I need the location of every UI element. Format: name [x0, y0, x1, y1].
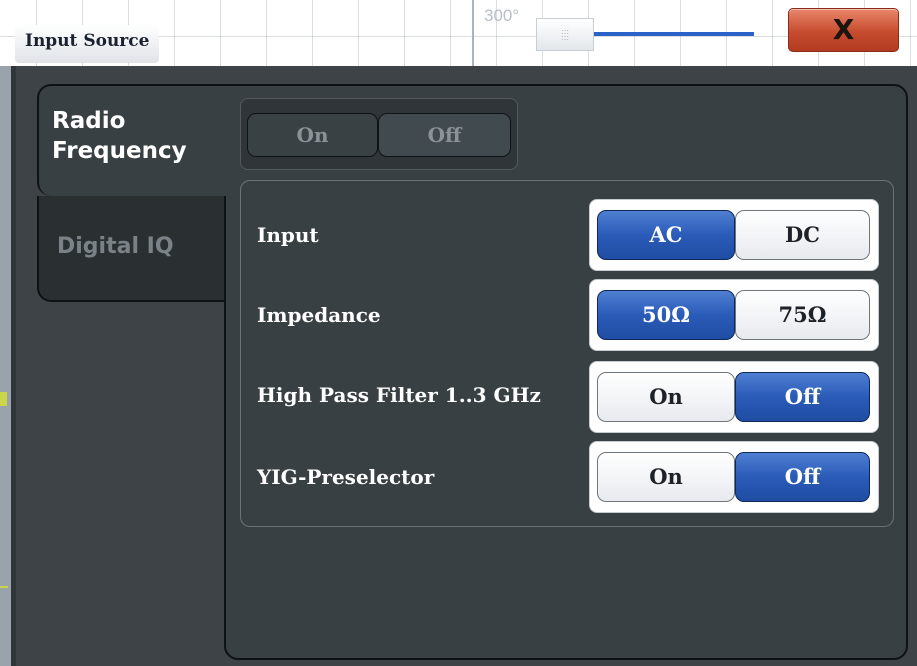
high-pass-filter-off-button[interactable]: Off [735, 372, 870, 422]
grip-icon: :::::: [561, 27, 570, 42]
high-pass-filter-on-button[interactable]: On [597, 372, 735, 422]
impedance-label: Impedance [257, 303, 381, 327]
tab-label-line-2: Frequency [52, 138, 187, 164]
high-pass-filter-label: High Pass Filter 1..3 GHz [257, 383, 541, 407]
background-marker [0, 392, 7, 406]
title-bar: 300° Input Source :::::: X [0, 0, 917, 66]
tab-radio-frequency-label: Radio Frequency [52, 106, 187, 166]
background-frame-inner [11, 66, 16, 666]
rf-state-toggle: On Off [240, 98, 518, 170]
transparency-slider-handle[interactable]: :::::: [536, 18, 594, 51]
input-coupling-toggle: AC DC [589, 199, 879, 271]
input-ac-button[interactable]: AC [597, 210, 735, 260]
impedance-50-button[interactable]: 50Ω [597, 290, 735, 340]
rf-on-button[interactable]: On [247, 113, 378, 157]
background-divider [472, 0, 474, 66]
input-dc-button[interactable]: DC [735, 210, 870, 260]
dialog-title: Input Source [15, 25, 160, 63]
yig-preselector-label: YIG-Preselector [257, 465, 435, 489]
impedance-toggle: 50Ω 75Ω [589, 279, 879, 351]
rf-settings-group: Input AC DC Impedance 50Ω 75Ω High Pass … [240, 180, 894, 527]
tab-digital-iq-label: Digital IQ [57, 234, 174, 259]
rf-off-button[interactable]: Off [378, 113, 511, 157]
impedance-75-button[interactable]: 75Ω [735, 290, 870, 340]
background-marker [0, 586, 8, 588]
transparency-slider-track[interactable] [592, 32, 754, 36]
background-angle-label: 300° [484, 6, 520, 25]
close-icon: X [832, 13, 855, 46]
close-button[interactable]: X [788, 8, 899, 52]
yig-preselector-on-button[interactable]: On [597, 452, 735, 502]
high-pass-filter-toggle: On Off [589, 361, 879, 433]
input-label: Input [257, 223, 319, 247]
tab-radio-frequency[interactable]: Radio Frequency [37, 84, 237, 196]
yig-preselector-off-button[interactable]: Off [735, 452, 870, 502]
tab-digital-iq[interactable]: Digital IQ [37, 196, 226, 302]
tab-label-line-1: Radio [52, 108, 126, 134]
yig-preselector-toggle: On Off [589, 441, 879, 513]
